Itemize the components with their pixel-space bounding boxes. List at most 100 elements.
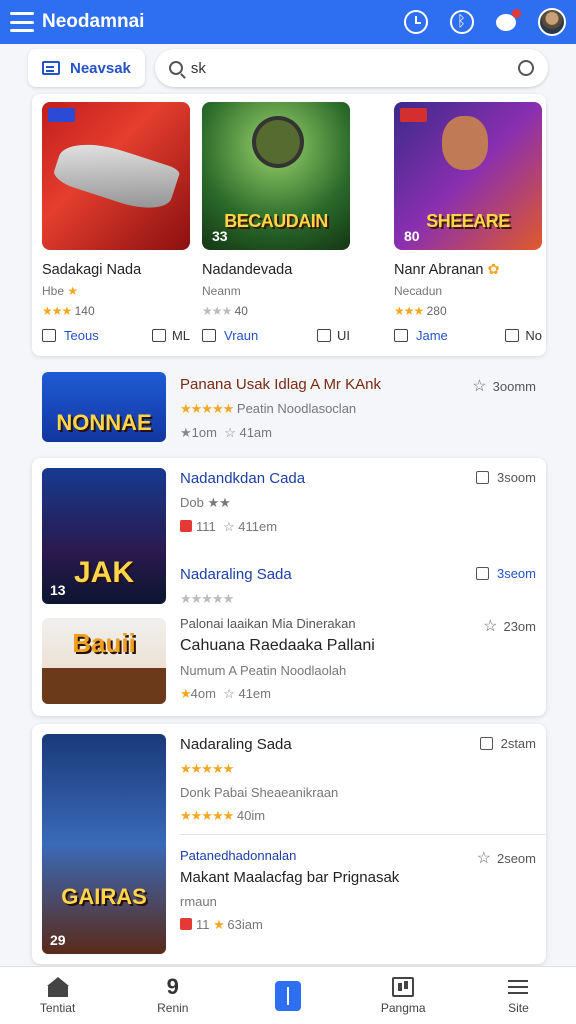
thumbnail-text: GAIRAS: [61, 884, 147, 909]
bottom-nav-item-center[interactable]: [230, 967, 345, 1024]
home-icon: [46, 976, 69, 997]
mic-icon[interactable]: [518, 60, 534, 76]
actions: Jame No: [394, 328, 542, 343]
bottom-nav: Tentiat 9 Renin Pangma Site: [0, 966, 576, 1024]
checkbox-icon: [479, 737, 493, 750]
thumbnail-number: 29: [50, 932, 66, 948]
game-title: Sadakagi Nada: [42, 262, 142, 278]
item-right-meta[interactable]: 2stam: [479, 736, 536, 751]
thumbnail-banner: [42, 668, 166, 704]
item-right-meta[interactable]: 3soom: [475, 470, 536, 485]
app-header: Neodamnai: [0, 0, 576, 44]
game-thumbnail[interactable]: NONNAE: [42, 372, 166, 442]
like-icon[interactable]: [42, 329, 56, 342]
list-item-info[interactable]: Nadaraling Sada ★★★★★ Donk Pabai Sheaean…: [180, 736, 536, 824]
bottom-nav-item-home[interactable]: Tentiat: [0, 967, 115, 1024]
game-thumbnail[interactable]: SHEEARE 80: [394, 102, 542, 250]
list-item-info[interactable]: Patanedhadonnalan Makant Maalacfag bar P…: [180, 848, 536, 933]
thumbnail-text: NONNAE: [56, 410, 152, 435]
game-thumbnail[interactable]: Bauii: [42, 618, 166, 704]
bottom-nav-item-pangma[interactable]: Pangma: [346, 967, 461, 1024]
badge: [48, 108, 76, 122]
thumbnail-number: 80: [404, 228, 420, 244]
game-rating: ★★★ 280: [394, 304, 447, 318]
item-meta: Numum A Peatin Noodlaolah: [180, 663, 347, 678]
hamburger-menu-icon[interactable]: [10, 12, 34, 32]
like-label[interactable]: Vraun: [224, 328, 258, 343]
item-right-meta[interactable]: ☆ 3oomm: [472, 376, 536, 396]
search-bar[interactable]: [154, 49, 548, 87]
avatar[interactable]: [538, 8, 566, 36]
thumbnail-number: 13: [50, 582, 66, 598]
divider: [180, 834, 546, 835]
list-item-info[interactable]: Nadaraling Sada ★★★★★ 3seom: [180, 566, 536, 607]
item-right-meta[interactable]: ☆ 23om: [483, 616, 536, 636]
item-right-meta[interactable]: ☆ 2seom: [477, 848, 536, 868]
comment-icon[interactable]: [151, 329, 166, 342]
game-rating: ★★★ 40: [202, 304, 248, 318]
item-stats: 111 ☆ 411em: [180, 519, 536, 535]
comment-icon[interactable]: [505, 329, 520, 342]
bottom-nav-label: Pangma: [380, 1000, 426, 1015]
list-item-info: Panana Usak Idlag A Mr KAnk ★★★★★ Peatin…: [180, 376, 536, 441]
comment-count: No: [525, 328, 542, 343]
list-icon: [42, 61, 60, 75]
item-stats: 11 ★ 63iam: [180, 917, 536, 933]
game-thumbnail[interactable]: BECAUDAIN 33: [202, 102, 350, 250]
chat-icon[interactable]: [496, 8, 521, 31]
like-label[interactable]: Teous: [64, 328, 99, 343]
nav-tab[interactable]: Neavsak: [28, 49, 145, 87]
item-title: Makant Maalacfag bar Prignasak: [180, 869, 400, 886]
like-icon[interactable]: [394, 329, 408, 342]
featured-item[interactable]: BECAUDAIN 33 Nadandevada Neanm ★★★ 40 Vr…: [202, 102, 350, 343]
search-row: Neavsak: [0, 44, 576, 92]
actions: Teous ML: [42, 328, 190, 343]
bottom-nav-label: Tentiat: [39, 1000, 76, 1015]
item-right-meta[interactable]: 3seom: [475, 566, 536, 581]
star-icon: ☆: [476, 850, 491, 867]
badge: [400, 108, 428, 122]
game-thumbnail[interactable]: [42, 102, 190, 250]
item-meta: ★★★★★: [180, 761, 234, 776]
comment-count: ML: [171, 328, 190, 343]
list-item-info[interactable]: Nadandkdan Cada Dob ★★ 111 ☆ 411em 3soom: [180, 470, 536, 535]
list-item-info[interactable]: Palonai laaikan Mia Dinerakan Cahuana Ra…: [180, 616, 536, 702]
comment-icon[interactable]: [317, 329, 331, 342]
nine-icon: 9: [166, 973, 179, 999]
app-title: Neodamnai: [42, 11, 145, 32]
item-stats: ★★★★★ 40im: [180, 808, 266, 823]
comment-count: UI: [337, 328, 350, 343]
game-rating: ★★★ 140: [42, 304, 95, 318]
bottom-nav-label: Renin: [157, 1000, 189, 1015]
game-sub: Necadun: [394, 284, 443, 298]
thumbnail-number: 33: [212, 228, 228, 244]
item-meta: rmaun: [180, 894, 217, 909]
like-icon[interactable]: [202, 329, 216, 342]
game-list-card: GAIRAS 29 Nadaraling Sada ★★★★★ Donk Pab…: [32, 724, 546, 964]
featured-card: Sadakagi Nada Hbe ★ ★★★ 140 Teous ML BEC…: [32, 94, 546, 356]
item-stats: ★4om ☆ 41em: [180, 686, 271, 701]
program-icon: [392, 976, 415, 997]
featured-item[interactable]: Sadakagi Nada Hbe ★ ★★★ 140 Teous ML: [42, 102, 190, 343]
checkbox-icon: [475, 471, 489, 484]
game-sub: Hbe ★: [42, 284, 78, 298]
item-sub: Donk Pabai Sheaeanikraan: [180, 785, 339, 800]
clock-icon[interactable]: [404, 10, 428, 34]
game-thumbnail[interactable]: JAK 13: [42, 468, 166, 604]
actions: Vraun UI: [202, 328, 350, 343]
list-item[interactable]: NONNAE Panana Usak Idlag A Mr KAnk ★★★★★…: [32, 362, 546, 454]
featured-item[interactable]: SHEEARE 80 Nanr Abranan ✿ Necadun ★★★ 28…: [394, 102, 542, 343]
game-sub: Neanm: [202, 284, 241, 298]
game-title: Nadandevada: [202, 262, 293, 278]
like-label[interactable]: Jame: [416, 328, 448, 343]
nav-tab-label: Neavsak: [70, 59, 131, 77]
search-input[interactable]: [190, 59, 518, 77]
game-thumbnail[interactable]: GAIRAS 29: [42, 734, 166, 954]
item-meta: ★★★★★ Peatin Noodlasoclan: [180, 401, 357, 416]
bottom-nav-item-renin[interactable]: 9 Renin: [115, 967, 230, 1024]
bluetooth-icon[interactable]: [450, 10, 474, 34]
checkbox-icon: [475, 567, 489, 580]
item-meta: Dob ★★: [180, 495, 231, 510]
bottom-nav-item-site[interactable]: Site: [461, 967, 576, 1024]
center-action-icon: [275, 980, 301, 1011]
